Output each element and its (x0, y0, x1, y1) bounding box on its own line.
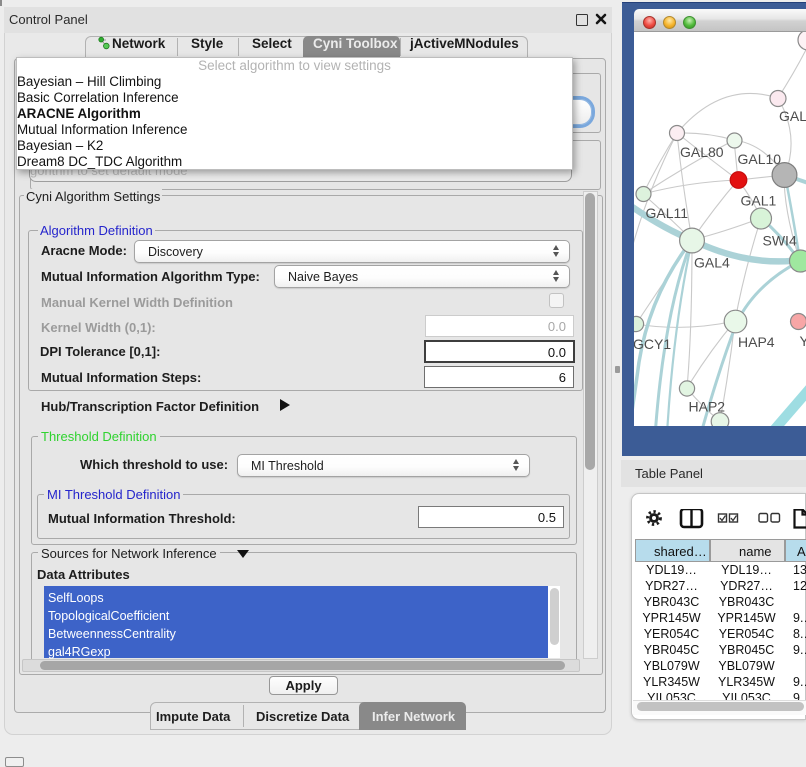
svg-text:GAL1: GAL1 (741, 193, 777, 209)
svg-text:SWI4: SWI4 (763, 233, 797, 249)
svg-text:GAL10: GAL10 (738, 151, 782, 167)
svg-text:Y: Y (800, 333, 806, 349)
svg-text:GAL2: GAL2 (779, 108, 806, 124)
svg-text:GAL4: GAL4 (694, 255, 730, 271)
svg-text:HAP2: HAP2 (689, 399, 726, 415)
svg-text:GCY1: GCY1 (634, 336, 671, 352)
svg-text:HAP4: HAP4 (738, 334, 775, 350)
svg-text:GAL11: GAL11 (646, 205, 689, 221)
svg-text:GAL80: GAL80 (680, 144, 724, 160)
